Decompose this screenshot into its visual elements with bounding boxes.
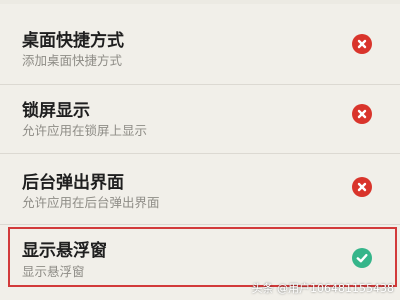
setting-subtitle: 允许应用在后台弹出界面 bbox=[22, 195, 160, 210]
divider bbox=[0, 84, 400, 85]
permissions-screen: 桌面快捷方式 添加桌面快捷方式 锁屏显示 允许应用在锁屏上显示 后台弹出界面 允… bbox=[0, 0, 400, 300]
highlight-box bbox=[8, 227, 397, 287]
setting-row-lockscreen-display[interactable]: 锁屏显示 允许应用在锁屏上显示 bbox=[0, 86, 400, 158]
x-circle-icon[interactable] bbox=[352, 104, 372, 124]
setting-title: 锁屏显示 bbox=[22, 101, 90, 121]
setting-row-background-popup[interactable]: 后台弹出界面 允许应用在后台弹出界面 bbox=[0, 158, 400, 230]
top-edge bbox=[0, 0, 400, 4]
watermark: 头条 @用户106481155438 bbox=[251, 282, 394, 295]
setting-title: 后台弹出界面 bbox=[22, 173, 124, 193]
setting-title: 桌面快捷方式 bbox=[22, 31, 124, 51]
setting-subtitle: 允许应用在锁屏上显示 bbox=[22, 123, 148, 138]
x-circle-icon[interactable] bbox=[352, 177, 372, 197]
divider bbox=[0, 153, 400, 154]
setting-subtitle: 添加桌面快捷方式 bbox=[22, 53, 123, 68]
divider bbox=[0, 224, 400, 225]
x-circle-icon[interactable] bbox=[352, 34, 372, 54]
setting-row-desktop-shortcut[interactable]: 桌面快捷方式 添加桌面快捷方式 bbox=[0, 16, 400, 88]
